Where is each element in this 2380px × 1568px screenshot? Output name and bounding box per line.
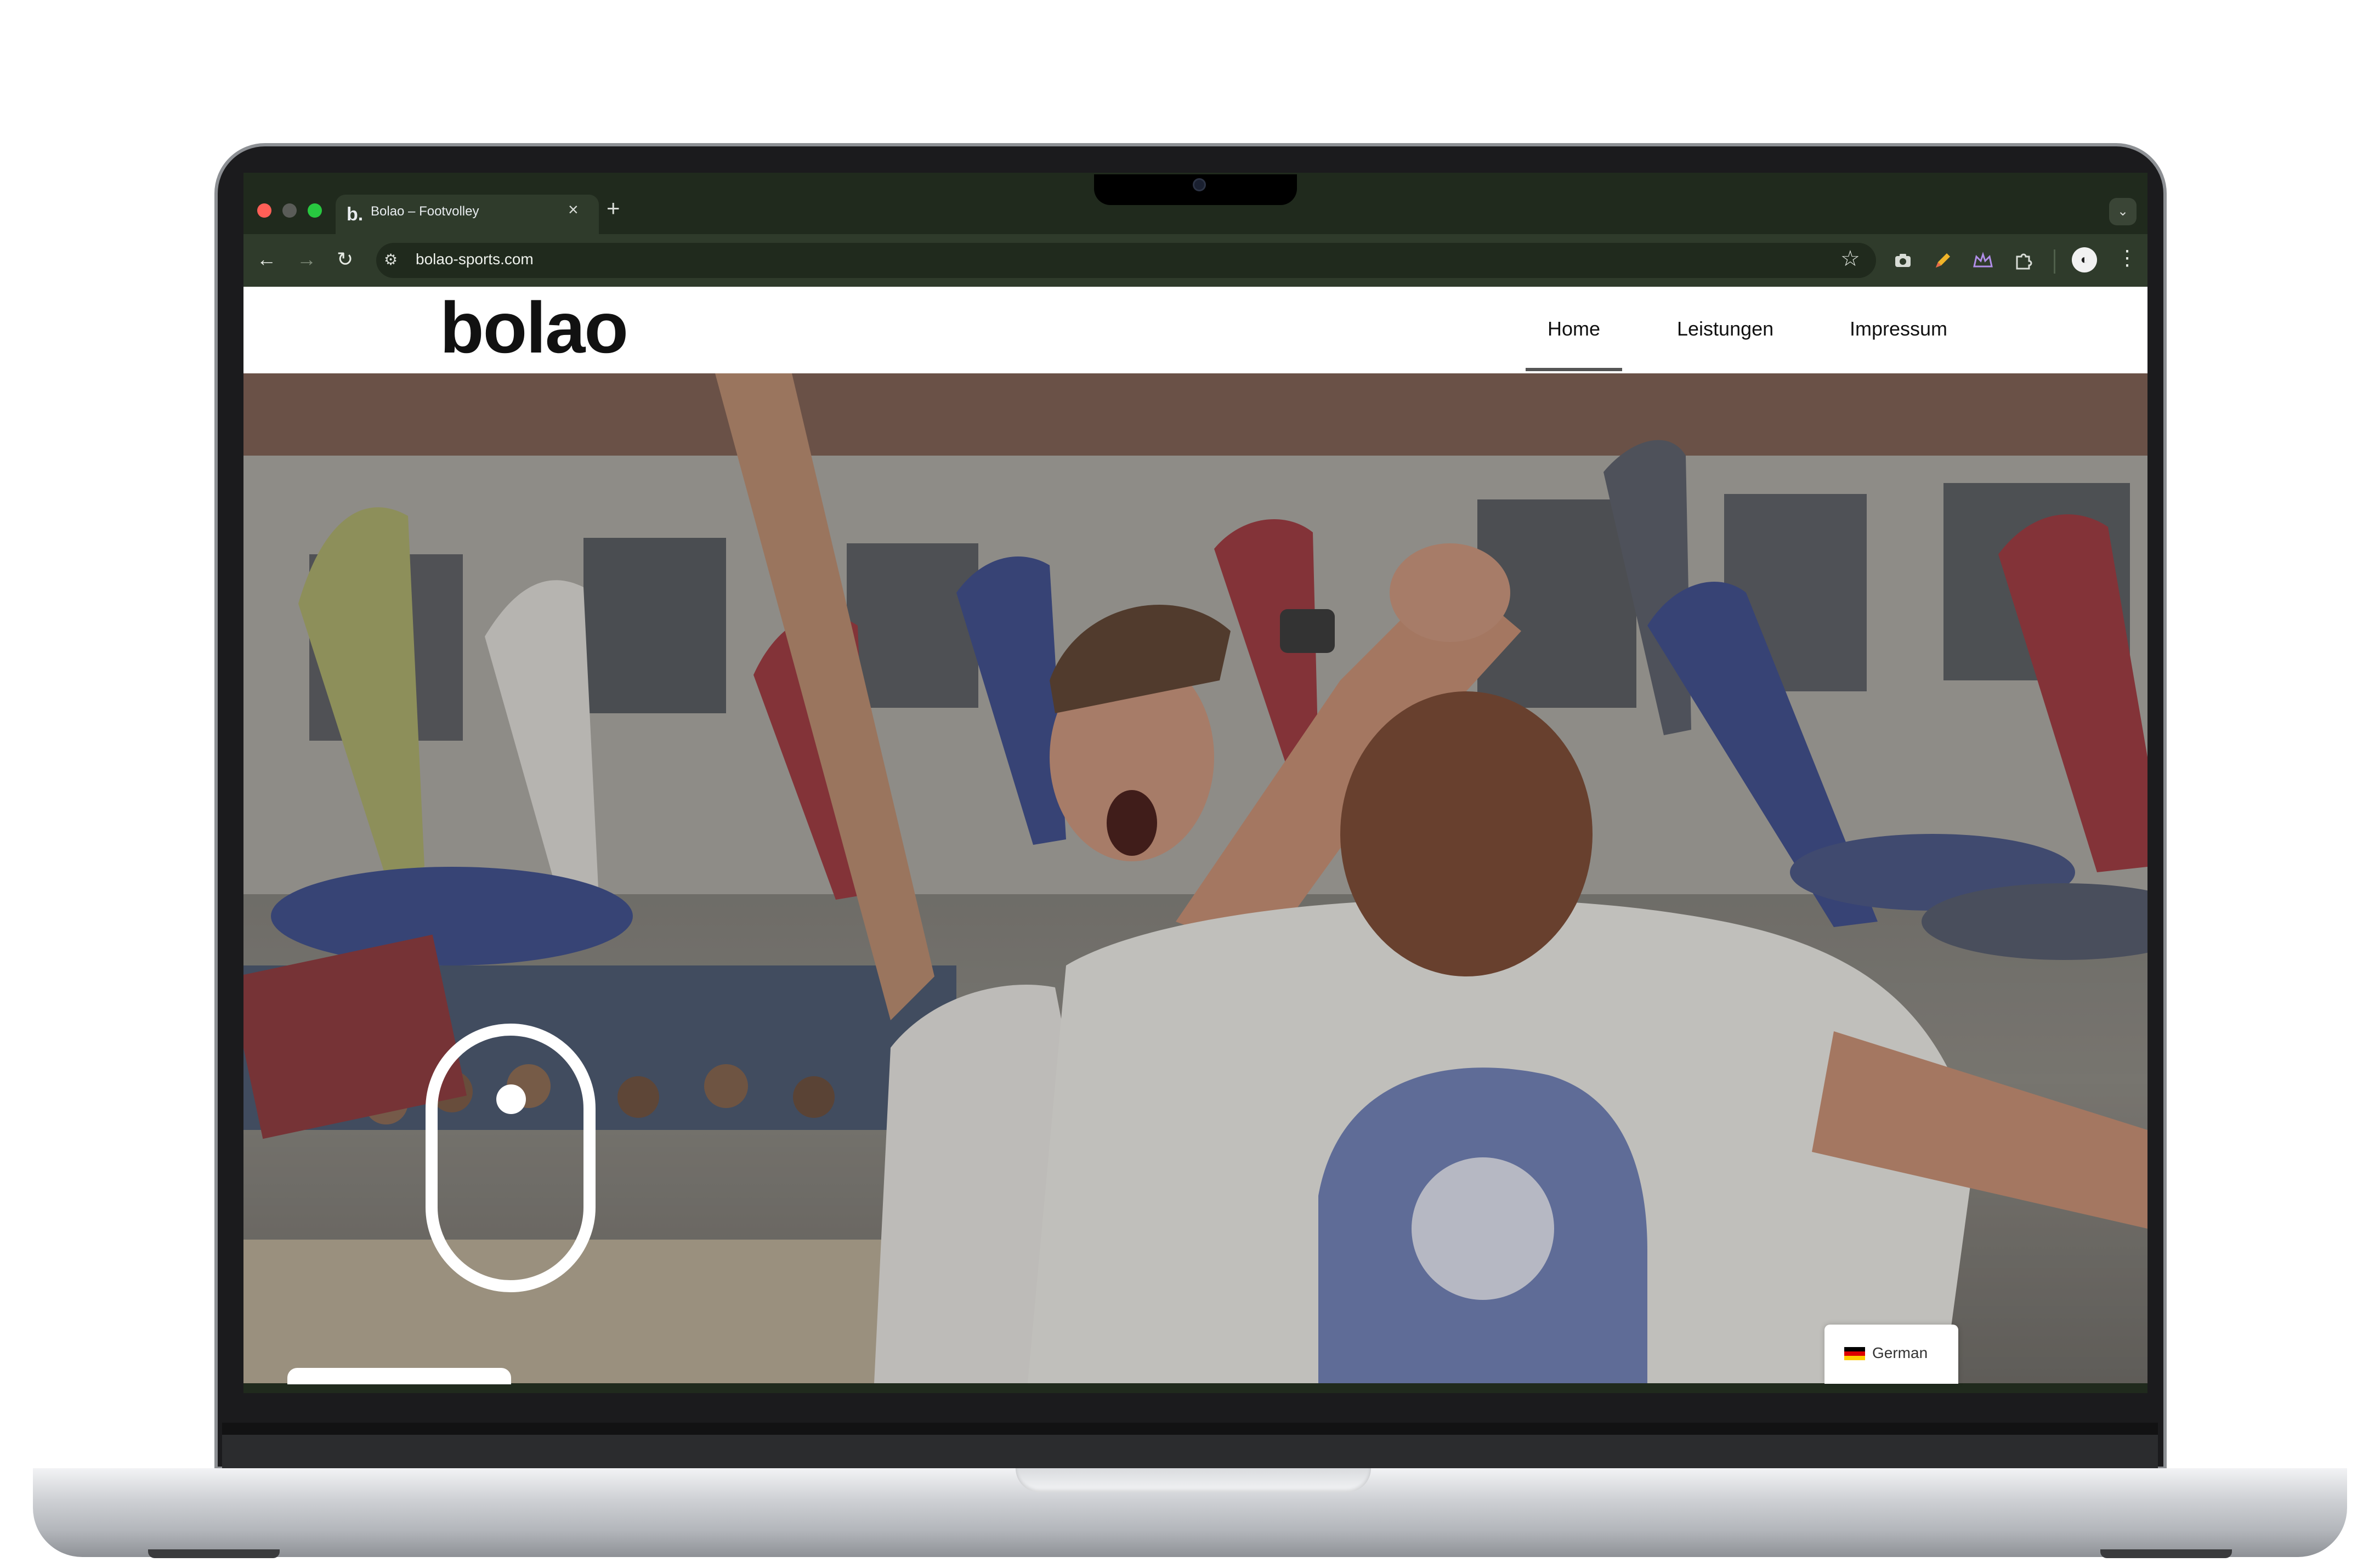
minimize-window-button[interactable]: [282, 203, 297, 218]
browser-menu-icon[interactable]: ⋮: [2117, 246, 2138, 270]
laptop-opening-notch: [1016, 1468, 1371, 1492]
language-label[interactable]: German: [1872, 1344, 1928, 1362]
tab-close-icon[interactable]: ×: [568, 200, 579, 220]
reload-icon[interactable]: ↻: [337, 248, 353, 271]
laptop-hinge: [222, 1423, 2158, 1435]
bottom-panel-tab[interactable]: [287, 1368, 511, 1384]
nav-leistungen[interactable]: Leistungen: [1677, 317, 1773, 340]
profile-avatar[interactable]: ◐: [2072, 247, 2097, 272]
laptop-foot-left: [148, 1549, 280, 1558]
site-info-icon[interactable]: ⚙: [384, 251, 398, 269]
puzzle-icon[interactable]: [2014, 250, 2035, 271]
nav-active-indicator: [1526, 368, 1622, 371]
scroll-indicator-dot: [496, 1084, 526, 1114]
tab-favicon-icon: b.: [347, 204, 364, 225]
nav-home[interactable]: Home: [1548, 317, 1600, 340]
pen-icon[interactable]: [1933, 251, 1952, 271]
scroll-indicator[interactable]: [426, 1024, 596, 1292]
camera-icon: [1193, 178, 1206, 191]
back-icon[interactable]: ←: [257, 248, 276, 271]
url-text[interactable]: bolao-sports.com: [416, 251, 534, 268]
forward-icon[interactable]: →: [297, 248, 316, 271]
close-window-button[interactable]: [257, 203, 271, 218]
bookmark-star-icon[interactable]: ☆: [1840, 246, 1860, 271]
toolbar-separator: [2054, 249, 2055, 274]
laptop-foot-right: [2100, 1549, 2232, 1558]
new-tab-icon[interactable]: +: [607, 195, 620, 221]
tab-title: Bolao – Footvolley: [371, 204, 479, 219]
address-bar[interactable]: [376, 243, 1876, 278]
camera-icon[interactable]: [1893, 251, 1913, 271]
crown-icon[interactable]: [1972, 251, 1994, 271]
nav-impressum[interactable]: Impressum: [1850, 317, 1947, 340]
german-flag-icon: [1844, 1347, 1865, 1360]
tab-list-button[interactable]: ⌄: [2109, 198, 2137, 225]
maximize-window-button[interactable]: [308, 203, 322, 218]
site-logo[interactable]: bolao: [440, 286, 628, 369]
